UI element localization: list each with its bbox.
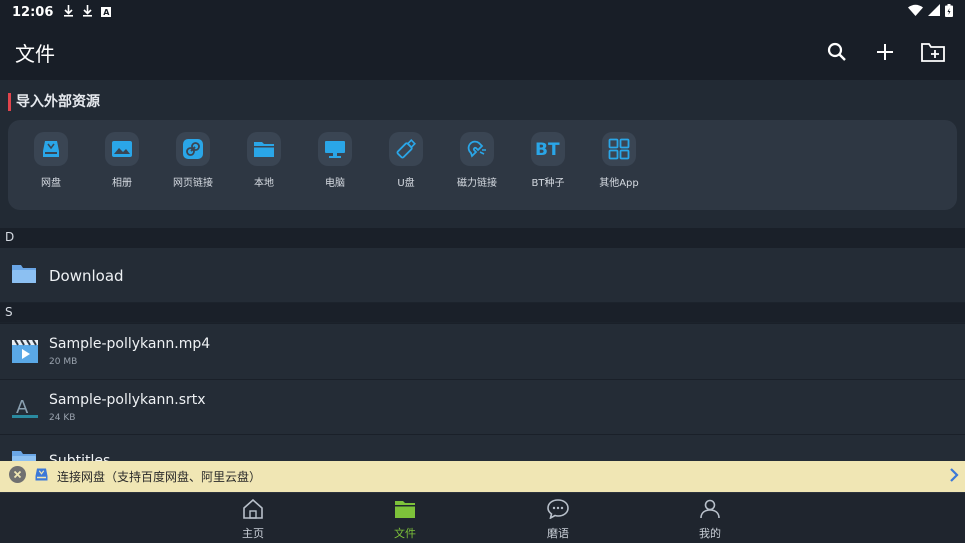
signal-icon [928,4,940,20]
import-item-label: BT种子 [531,178,565,189]
file-size: 24 KB [49,413,76,423]
nav-item-files[interactable]: 文件 [375,499,435,541]
chevron-right-icon[interactable] [949,467,959,486]
file-row-subtitles-folder[interactable]: Subtitles [0,434,965,461]
folder-icon [11,263,37,289]
import-item-label: 其他App [599,178,639,189]
nav-label: 我的 [699,527,721,540]
new-folder-icon[interactable] [920,39,946,65]
page-title: 文件 [15,41,55,66]
usb-drive-icon [389,132,423,166]
import-item-bt-torrent[interactable]: BT BT种子 [513,132,583,189]
file-name: Download [49,267,124,285]
import-sources-card: 网盘 相册 网页链接 本地 电脑 U盘 磁力链接 BT BT种子 其他App [8,120,957,210]
connect-cloud-banner[interactable]: 连接网盘（支持百度网盘、阿里云盘） [0,461,965,492]
import-item-web-link[interactable]: 网页链接 [158,132,228,189]
import-item-cloud-drive[interactable]: 网盘 [16,132,86,189]
import-section: 导入外部资源 网盘 相册 网页链接 本地 电脑 U盘 磁力链接 BT BT种子 … [0,80,965,228]
nav-label: 主页 [242,527,264,540]
import-item-label: 网页链接 [173,178,213,189]
status-bar: 12:06 A [0,0,965,24]
file-size: 20 MB [49,357,78,367]
chat-icon [547,499,569,523]
link-icon [176,132,210,166]
nav-item-home[interactable]: 主页 [223,498,283,541]
home-icon [242,498,264,523]
file-name: Sample-pollykann.srtx [49,392,206,408]
nav-label: 文件 [394,527,416,540]
nav-label: 磨语 [547,527,569,540]
import-item-computer[interactable]: 电脑 [300,132,370,189]
subtitle-file-icon: A [11,394,39,424]
file-row-video[interactable]: Sample-pollykann.mp4 20 MB [0,323,965,379]
folder-icon [247,132,281,166]
svg-text:BT: BT [535,140,560,158]
search-icon[interactable] [824,39,850,65]
magnet-icon [460,132,494,166]
import-item-label: 相册 [112,178,132,189]
file-row-download[interactable]: Download [0,247,965,302]
files-icon [394,501,416,523]
import-item-label: U盘 [397,178,415,189]
bottom-nav: 主页 文件 磨语 我的 [0,492,965,543]
download-icon [82,4,93,20]
import-section-title: 导入外部资源 [8,93,100,111]
import-item-label: 网盘 [41,178,61,189]
computer-icon [318,132,352,166]
close-icon[interactable] [9,466,26,487]
photo-album-icon [105,132,139,166]
import-item-local[interactable]: 本地 [229,132,299,189]
battery-icon [945,3,953,21]
download-icon [63,4,74,20]
import-item-photo-album[interactable]: 相册 [87,132,157,189]
status-time: 12:06 [12,4,54,20]
cloud-drive-icon [34,132,68,166]
import-item-usb-drive[interactable]: U盘 [371,132,441,189]
apps-grid-icon [602,132,636,166]
cloud-drive-icon [34,467,49,486]
import-item-other-apps[interactable]: 其他App [584,132,654,189]
folder-icon [11,449,37,461]
section-header-d: D [0,228,965,247]
bt-icon: BT [531,132,565,166]
plus-icon[interactable] [872,39,898,65]
a-icon: A [101,7,112,17]
app-bar: 文件 [0,24,965,80]
nav-item-chat[interactable]: 磨语 [528,499,588,541]
svg-text:A: A [16,397,29,418]
banner-text: 连接网盘（支持百度网盘、阿里云盘） [57,470,262,484]
nav-item-profile[interactable]: 我的 [680,499,740,541]
file-row-subtitle[interactable]: A Sample-pollykann.srtx 24 KB [0,379,965,434]
import-item-label: 磁力链接 [457,178,497,189]
file-name: Sample-pollykann.mp4 [49,336,211,352]
file-name: Subtitles [49,453,111,461]
wifi-icon [908,4,923,20]
section-header-s: S [0,303,965,322]
import-item-label: 本地 [254,178,274,189]
import-item-magnet-link[interactable]: 磁力链接 [442,132,512,189]
import-item-label: 电脑 [325,178,345,189]
video-file-icon [11,338,39,368]
profile-icon [699,499,721,523]
